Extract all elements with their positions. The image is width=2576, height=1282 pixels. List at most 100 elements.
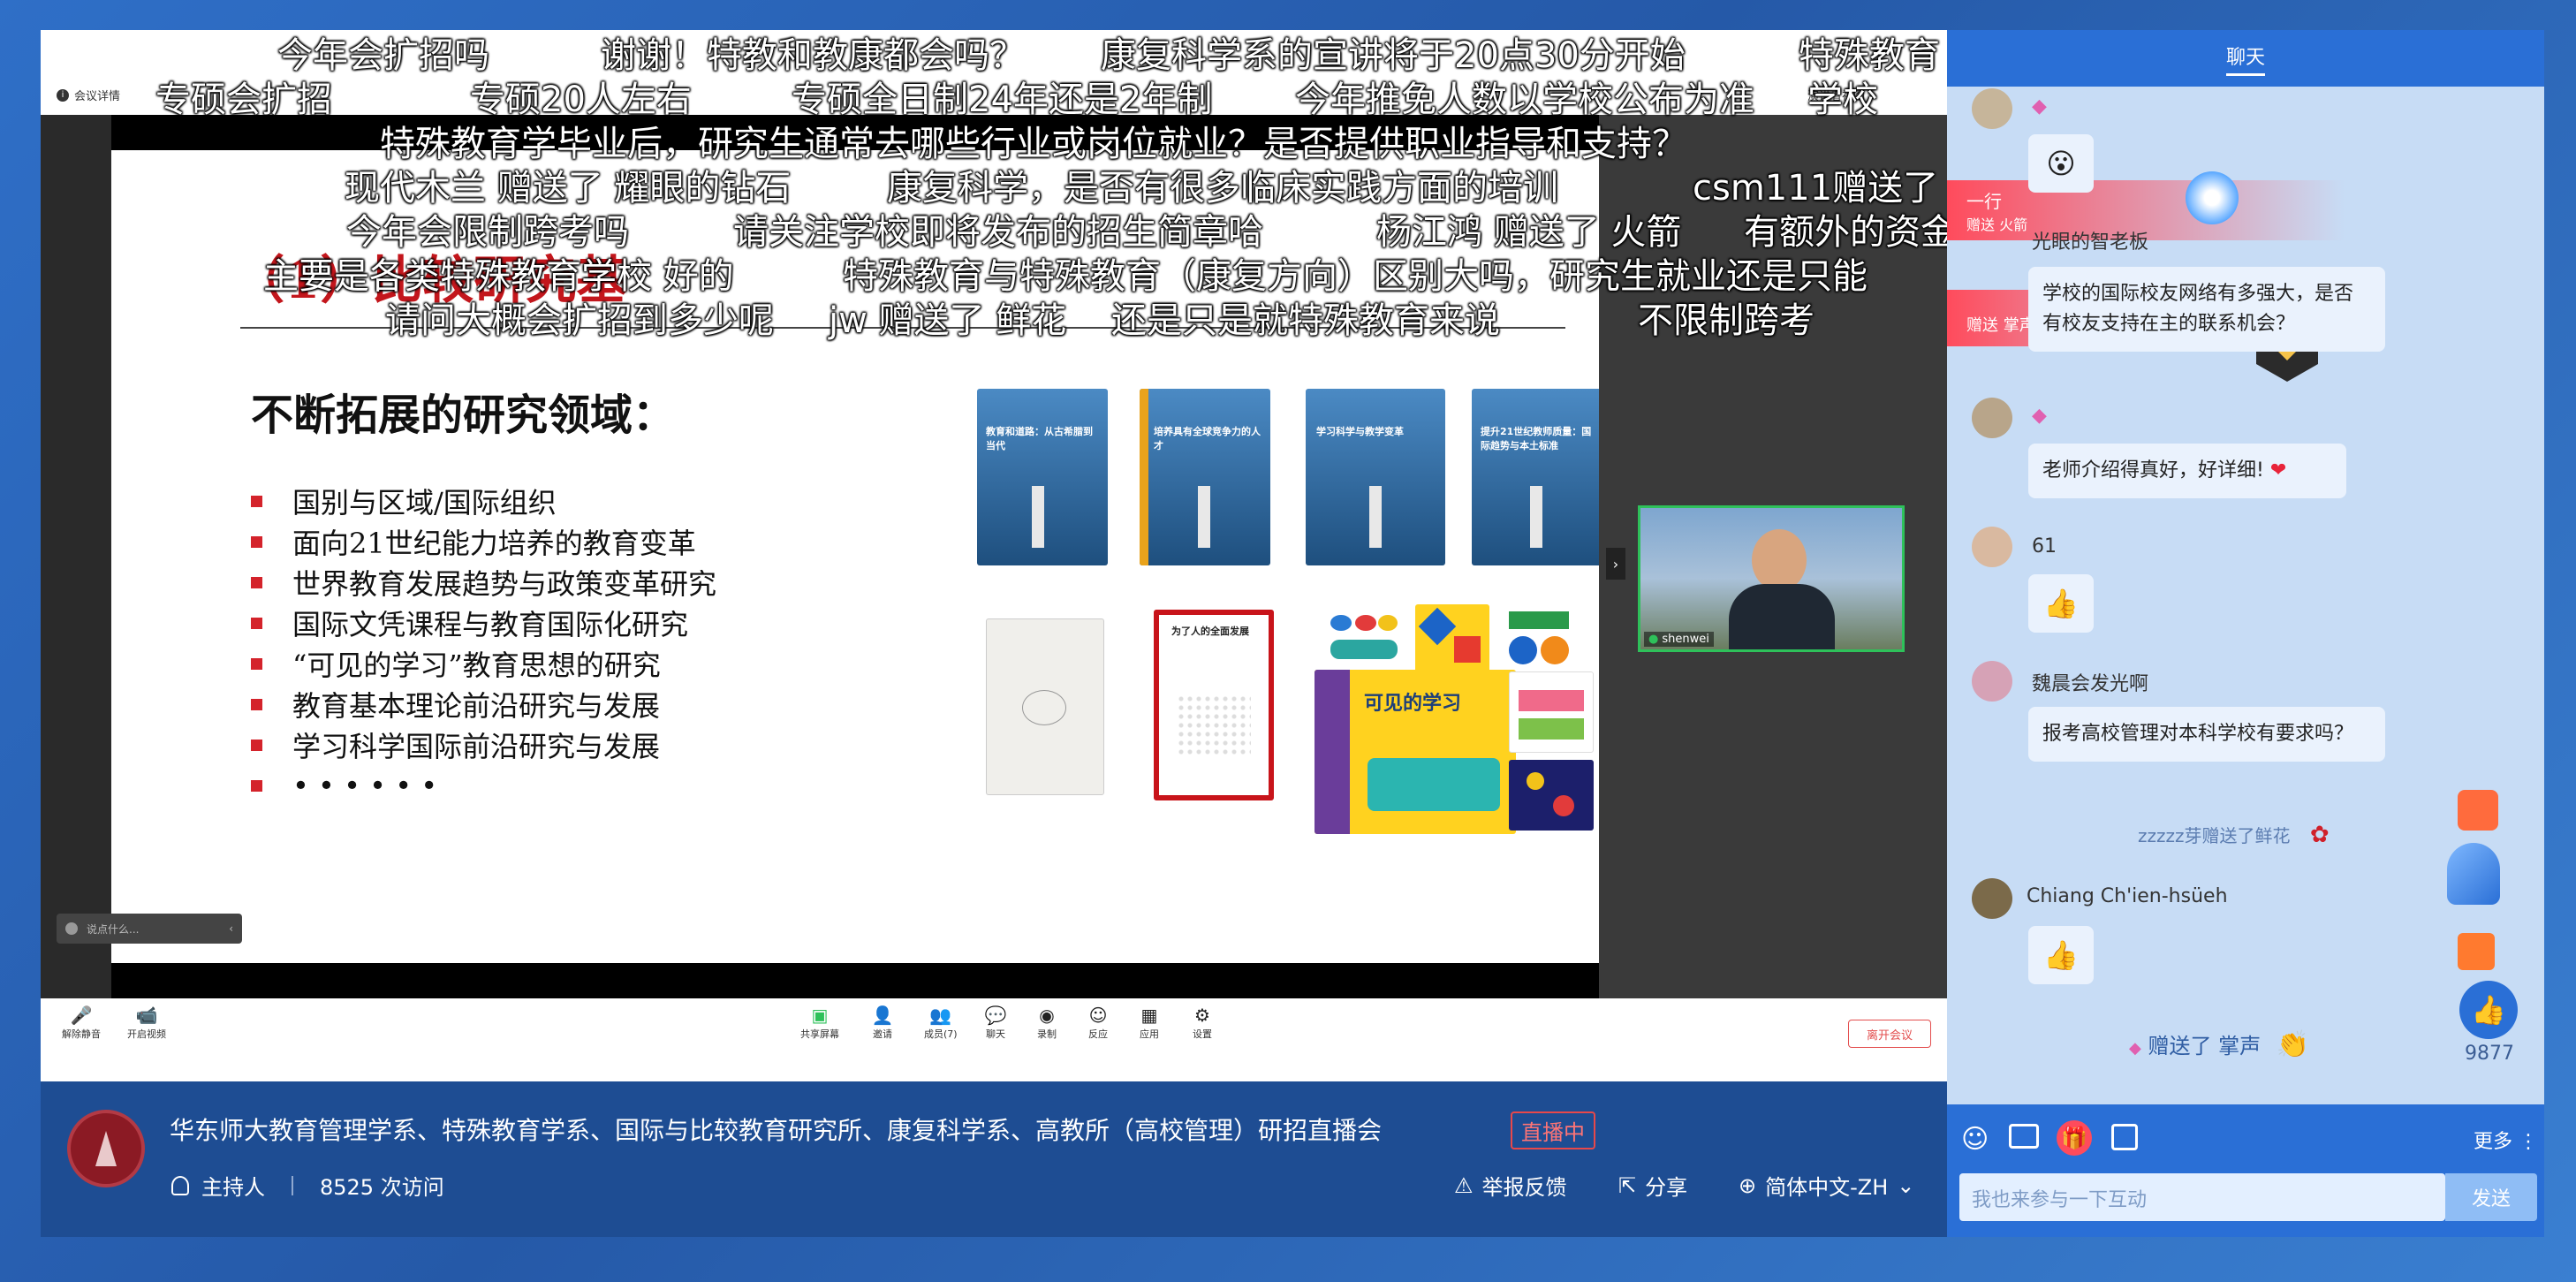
book-cover: 培养具有全球竞争力的人才 (1140, 389, 1270, 565)
meeting-details[interactable]: i 会议详情 (57, 87, 120, 103)
message-username: Chiang Ch'ien-hsüeh (2027, 885, 2228, 907)
reaction-button[interactable]: ☺ 反应 (1087, 1004, 1110, 1041)
book-cover (1509, 671, 1594, 753)
speaker-face (1752, 529, 1807, 591)
chevron-down-icon: ⌄ (1897, 1172, 1915, 1198)
vip-icon: ◆ (2129, 1039, 2141, 1058)
members-button[interactable]: 👥 成员(7) (924, 1004, 958, 1041)
emoji-icon[interactable]: ☺ (1961, 1124, 1989, 1155)
book-cover (1502, 604, 1576, 675)
heart-icon: ❤ (2269, 459, 2287, 482)
record-button[interactable]: ◉ 录制 (1035, 1004, 1058, 1041)
gift-notice: ◆ 赠送了 掌声 👏 (2129, 1029, 2310, 1060)
message-username: 光眼的智老板 (2032, 231, 2149, 254)
book-cover (986, 618, 1104, 795)
slide-bullet: 国别与区域/国际组织 (251, 481, 716, 521)
chat-bubble-icon (65, 922, 78, 935)
send-button[interactable]: 发送 (2445, 1173, 2537, 1221)
info-icon: i (57, 88, 69, 102)
avatar[interactable] (1972, 88, 2012, 129)
message-username: 61 (2032, 535, 2057, 558)
like-button[interactable]: 👍 (2459, 981, 2518, 1039)
gear-icon: ⚙ (1194, 1005, 1210, 1026)
chat-input[interactable]: 我也来参与一下互动 (1959, 1173, 2445, 1221)
gift-box-icon[interactable] (2458, 933, 2495, 970)
globe-icon: ⊕ (1739, 1172, 1757, 1198)
visit-count: 8525 次访问 (320, 1175, 444, 1200)
rose-icon: ✿ (2309, 822, 2330, 848)
slide-bullet: 国际文凭课程与教育国际化研究 (251, 603, 716, 643)
share-button[interactable]: ⇱ 分享 (1618, 1170, 1687, 1201)
slide-bullet: 学习科学国际前沿研究与发展 (251, 724, 716, 765)
chat-icon: 💬 (984, 1005, 1007, 1026)
chat-message: 报考高校管理对本科学校有要求吗？ (2028, 707, 2385, 762)
share-screen-button[interactable]: ▣ 共享屏幕 (800, 1004, 839, 1041)
slide-bullet-list: 国别与区域/国际组织 面向21世纪能力培养的教育变革 世界教育发展趋势与政策变革… (251, 481, 716, 806)
university-logo (67, 1110, 145, 1187)
book-cover (1509, 760, 1594, 831)
danmu-comment: 专硕会扩招 (155, 80, 332, 120)
chevron-left-icon: ‹ (229, 922, 233, 935)
gift-icon[interactable]: 🎁 (2057, 1120, 2092, 1156)
rocket-icon (2186, 171, 2239, 224)
live-badge: 直播中 (1511, 1111, 1595, 1149)
thumbs-up-icon: 👍 (2471, 993, 2506, 1027)
members-icon: 👥 (929, 1005, 952, 1026)
note-icon[interactable] (2111, 1124, 2138, 1150)
chat-button[interactable]: 💬 聊天 (984, 1004, 1007, 1041)
in-meeting-chat-hint[interactable]: 说点什么... ‹ (57, 914, 242, 944)
vip-icon: ◆ (2032, 95, 2047, 118)
avatar[interactable] (1972, 527, 2012, 567)
gift-notice: zzzzz芽赠送了鲜花 ✿ (2138, 822, 2330, 848)
emoji-message: 😮 (2028, 134, 2094, 193)
lighthouse-icon (1198, 486, 1210, 548)
book-cover (1415, 604, 1489, 675)
report-button[interactable]: ⚠ 举报反馈 (1454, 1170, 1567, 1201)
meeting-toolbar: 🎤 解除静音 📹 开启视频 ▣ 共享屏幕 👤 邀请 👥 成员(7) 💬 聊天 ◉ 录制 ☺ 反应… (41, 998, 1947, 1081)
avatar[interactable] (1972, 878, 2012, 919)
meeting-stage: i 会议详情 演讲者视图 （1）比较研究基 不断拓展的研究领域： 国别与区域/国… (41, 30, 1947, 1081)
warning-icon: ⚠ (1454, 1172, 1474, 1198)
thumbs-up-message: 👍 (2028, 574, 2094, 633)
cap-icon (1022, 690, 1066, 725)
avatar[interactable] (1972, 661, 2012, 702)
danmu-comment: 不限制跨考 (1638, 300, 1815, 341)
mute-button[interactable]: 🎤 解除静音 (62, 1004, 101, 1041)
chat-composer: ☺ 🎁 更多 ⋮ 我也来参与一下互动 发送 (1947, 1104, 2544, 1237)
chat-message: 老师介绍得真好，好详细! ❤ (2028, 444, 2346, 498)
record-icon: ◉ (1039, 1005, 1055, 1026)
message-username: 魏晨会发光啊 (2032, 673, 2149, 695)
share-icon: ⇱ (1618, 1172, 1637, 1198)
slide-bullet: “可见的学习”教育思想的研究 (251, 643, 716, 684)
apps-button[interactable]: ▦ 应用 (1138, 1004, 1161, 1041)
clap-icon: 👏 (2276, 1029, 2310, 1060)
lighthouse-icon (1032, 486, 1044, 548)
like-count: 9877 (2465, 1043, 2514, 1065)
lighthouse-icon (1369, 486, 1382, 548)
invite-button[interactable]: 👤 邀请 (871, 1004, 894, 1041)
chat-message: 学校的国际校友网络有多强大，是否有校友支持在主的联系机会？ (2028, 267, 2385, 352)
leave-meeting-button[interactable]: 离开会议 (1848, 1020, 1931, 1048)
chat-tab[interactable]: 聊天 (1947, 30, 2544, 87)
thumbs-up-message: 👍 (2028, 926, 2094, 984)
live-info-bar: 华东师大教育管理学系、特殊教育学系、国际与比较教育研究所、康复科学系、高教所（高… (41, 1081, 1947, 1237)
image-icon[interactable] (2009, 1124, 2039, 1149)
gift-box-icon[interactable] (2458, 790, 2498, 831)
slide-bottom-bar (111, 963, 1599, 998)
host-label: 主持人 (201, 1175, 265, 1200)
collapse-arrow-icon[interactable]: › (1606, 548, 1625, 580)
lighthouse-icon (1530, 486, 1542, 548)
speaker-video-tile[interactable]: ● shenwei (1638, 505, 1905, 652)
book-cover: 提升21世纪教师质量：国际趋势与本土标准 (1472, 389, 1602, 565)
speaker-name: shenwei (1662, 633, 1709, 646)
video-button[interactable]: 📹 开启视频 (127, 1004, 166, 1041)
avatar[interactable] (1972, 398, 2012, 438)
danmu-comment: 学校 (1807, 80, 1878, 120)
mic-icon: 🎤 (70, 1005, 93, 1026)
tree-icon (95, 1131, 117, 1166)
language-select[interactable]: ⊕ 简体中文-ZH ⌄ (1739, 1170, 1914, 1201)
settings-button[interactable]: ⚙ 设置 (1191, 1004, 1214, 1041)
more-button[interactable]: 更多 ⋮ (2474, 1126, 2538, 1154)
slide-bullet: 面向21世纪能力培养的教育变革 (251, 521, 716, 562)
rocket-icon[interactable] (2447, 843, 2500, 905)
